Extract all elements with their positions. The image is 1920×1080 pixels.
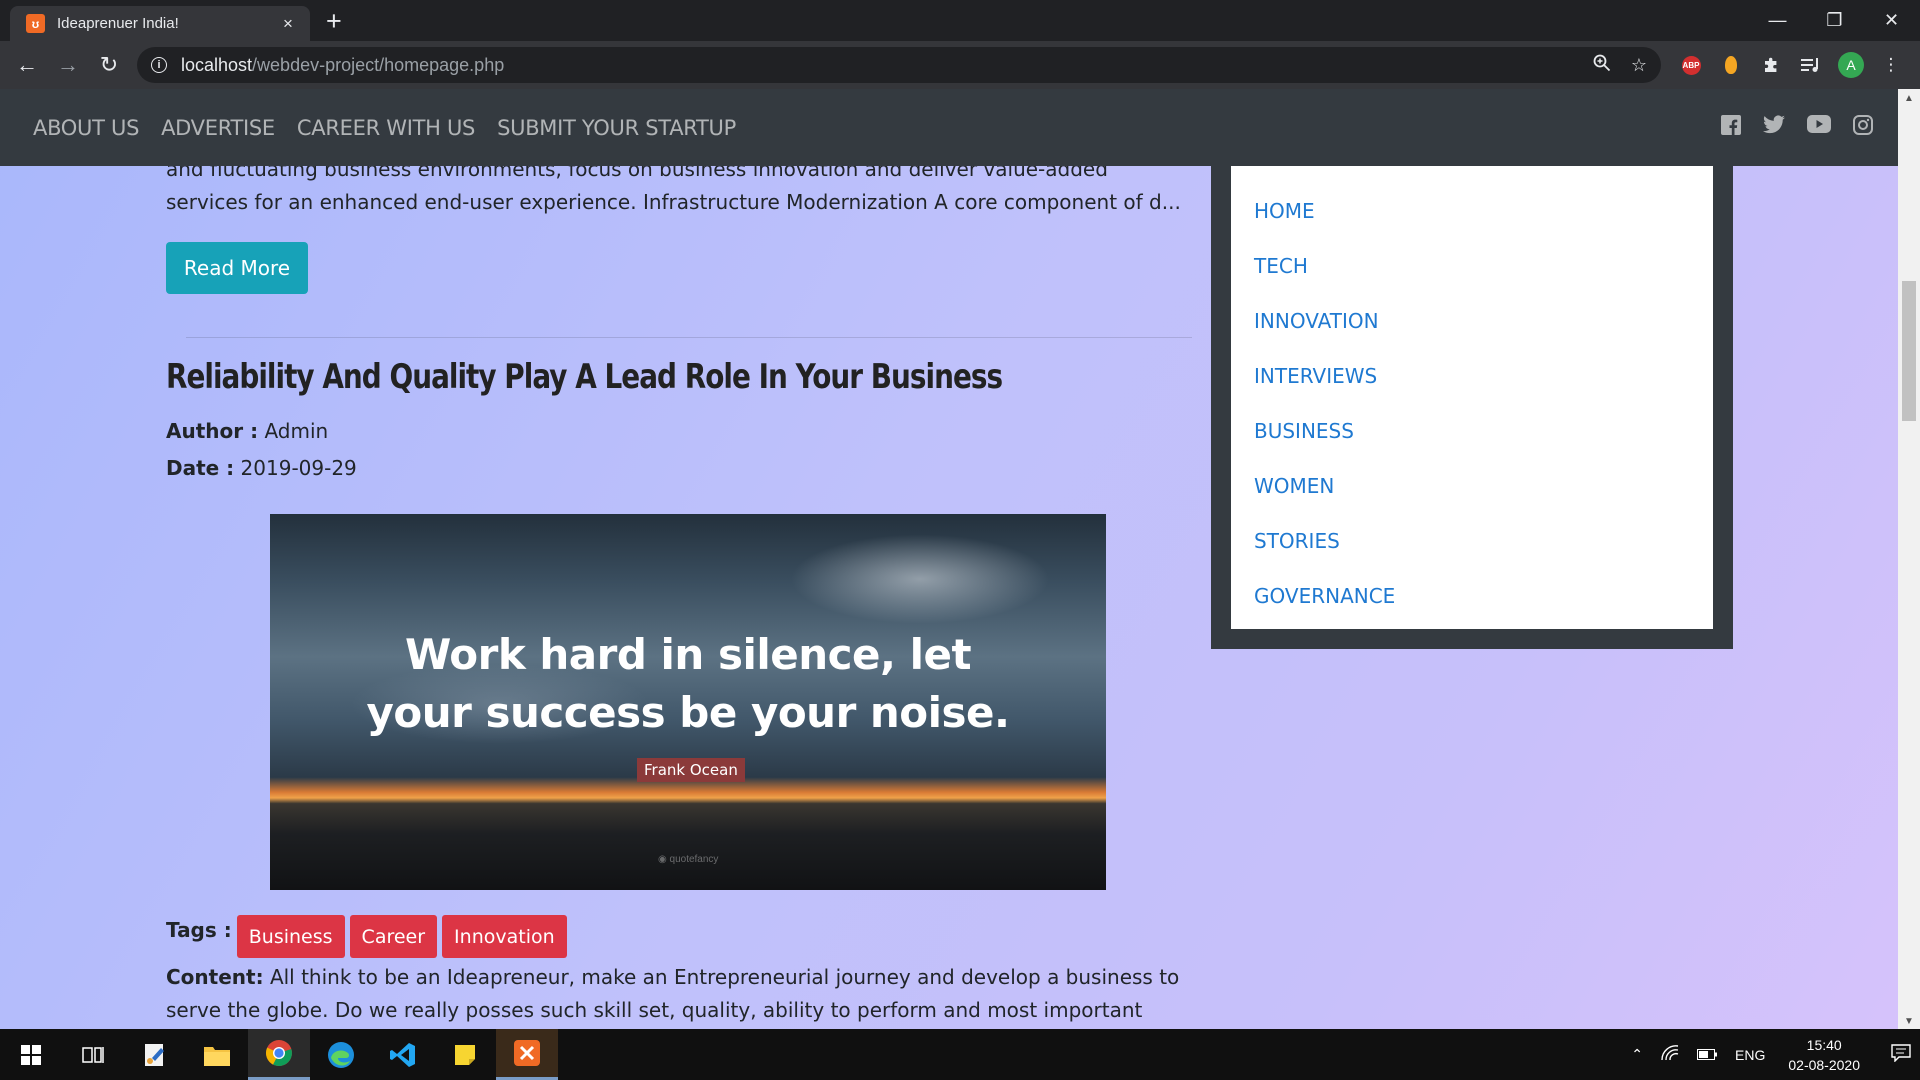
category-women[interactable]: WOMEN: [1231, 459, 1713, 514]
nav-link-career[interactable]: CAREER WITH US: [297, 116, 475, 140]
social-links: [1699, 115, 1873, 135]
close-window-button[interactable]: ✕: [1863, 0, 1920, 41]
url-host: localhost: [181, 54, 253, 75]
clock-date: 02-08-2020: [1788, 1056, 1860, 1073]
notifications-icon[interactable]: [1891, 1044, 1911, 1065]
facebook-icon[interactable]: [1721, 115, 1741, 135]
image-watermark: ◉ quotefancy: [658, 854, 719, 865]
category-interviews[interactable]: INTERVIEWS: [1231, 349, 1713, 404]
show-hidden-icons-icon[interactable]: ⌃: [1631, 1046, 1643, 1063]
minimize-button[interactable]: —: [1749, 0, 1806, 41]
image-quote: Work hard in silence, let your success b…: [270, 626, 1106, 742]
instagram-icon[interactable]: [1853, 115, 1873, 135]
windows-taskbar: ⌃ ENG 15:40 02-08-2020: [0, 1029, 1920, 1080]
content-text: All think to be an Ideapreneur, make an …: [166, 965, 1180, 1022]
category-sidebar: HOME TECH INNOVATION INTERVIEWS BUSINESS…: [1211, 166, 1733, 649]
category-innovation[interactable]: INNOVATION: [1231, 294, 1713, 349]
bookmark-star-icon[interactable]: ☆: [1631, 55, 1647, 76]
quote-author-badge: Frank Ocean: [637, 758, 745, 782]
category-governance[interactable]: GOVERNANCE: [1231, 569, 1713, 624]
tags-label: Tags :: [166, 917, 232, 942]
battery-icon[interactable]: [1697, 1047, 1718, 1063]
date-value: 2019-09-29: [240, 456, 357, 480]
nav-link-about-us[interactable]: ABOUT US: [33, 116, 139, 140]
nav-link-submit-startup[interactable]: SUBMIT YOUR STARTUP: [497, 116, 736, 140]
author-value: Admin: [264, 419, 329, 443]
media-control-icon[interactable]: [1791, 57, 1831, 73]
tab-close-icon[interactable]: ×: [278, 14, 298, 34]
address-bar[interactable]: i localhost/webdev-project/homepage.php …: [137, 47, 1661, 83]
system-tray: ⌃ ENG 15:40 02-08-2020: [1622, 1029, 1920, 1080]
extensions-puzzle-icon[interactable]: [1751, 56, 1791, 74]
sticky-notes-icon[interactable]: [434, 1029, 496, 1080]
chrome-taskbar-icon[interactable]: [248, 1029, 310, 1080]
post-date: Date : 2019-09-29: [166, 456, 357, 480]
zoom-icon[interactable]: [1593, 54, 1611, 77]
window-controls: — ❐ ✕: [1749, 0, 1920, 41]
scroll-down-arrow-icon[interactable]: ▼: [1898, 1016, 1920, 1027]
site-info-icon[interactable]: i: [151, 57, 167, 73]
page-scrollbar[interactable]: ▲ ▼: [1898, 89, 1920, 1029]
tag-business[interactable]: Business: [236, 915, 345, 958]
browser-tabbar: ʊ Ideaprenuer India! × + — ❐ ✕: [0, 0, 1920, 41]
youtube-icon[interactable]: [1807, 115, 1831, 135]
tag-career[interactable]: Career: [349, 915, 438, 958]
paint-app-icon[interactable]: [124, 1029, 186, 1080]
post-image: Work hard in silence, let your success b…: [270, 514, 1106, 890]
read-more-button[interactable]: Read More: [166, 242, 308, 294]
language-indicator[interactable]: ENG: [1735, 1047, 1765, 1063]
url-path: /webdev-project/homepage.php: [252, 54, 505, 75]
profile-avatar[interactable]: A: [1831, 52, 1871, 78]
twitter-icon[interactable]: [1763, 115, 1785, 135]
category-list: HOME TECH INNOVATION INTERVIEWS BUSINESS…: [1231, 166, 1713, 629]
forward-button[interactable]: →: [48, 52, 88, 78]
quote-line-1: Work hard in silence, let: [404, 630, 972, 679]
category-business[interactable]: BUSINESS: [1231, 404, 1713, 459]
new-tab-button[interactable]: +: [326, 6, 342, 36]
category-stories[interactable]: STORIES: [1231, 514, 1713, 569]
post-title[interactable]: Reliability And Quality Play A Lead Role…: [166, 357, 1003, 397]
windows-start-icon[interactable]: [0, 1029, 62, 1080]
date-label: Date :: [166, 456, 235, 480]
browser-menu-icon[interactable]: ⋮: [1871, 55, 1911, 75]
tag-innovation[interactable]: Innovation: [442, 915, 567, 958]
restore-button[interactable]: ❐: [1806, 0, 1863, 41]
scroll-up-arrow-icon[interactable]: ▲: [1898, 93, 1920, 104]
category-tech[interactable]: TECH: [1231, 239, 1713, 294]
post-author: Author : Admin: [166, 419, 328, 443]
nav-link-advertise[interactable]: ADVERTISE: [161, 116, 275, 140]
content-label: Content:: [166, 965, 264, 989]
xampp-taskbar-icon[interactable]: [496, 1029, 558, 1080]
browser-toolbar: ← → ↻ i localhost/webdev-project/homepag…: [0, 41, 1920, 89]
back-button[interactable]: ←: [7, 52, 47, 78]
url-text[interactable]: localhost/webdev-project/homepage.php: [181, 55, 1573, 76]
edge-taskbar-icon[interactable]: [310, 1029, 372, 1080]
vscode-taskbar-icon[interactable]: [372, 1029, 434, 1080]
site-navbar: ABOUT US ADVERTISE CAREER WITH US SUBMIT…: [0, 89, 1898, 166]
author-label: Author :: [166, 419, 259, 443]
extensions-area: ABP A ⋮: [1671, 52, 1911, 78]
file-explorer-icon[interactable]: [186, 1029, 248, 1080]
adblock-extension-icon[interactable]: ABP: [1671, 55, 1711, 75]
category-home[interactable]: HOME: [1231, 184, 1713, 239]
post-tags: Tags : Business Career Innovation: [166, 915, 572, 958]
post-content: Content: All think to be an Ideapreneur,…: [166, 961, 1192, 1029]
quote-line-2: your success be your noise.: [366, 688, 1011, 737]
tab-title: Ideaprenuer India!: [57, 15, 179, 32]
clock-time: 15:40: [1806, 1036, 1842, 1053]
page-viewport: ABOUT US ADVERTISE CAREER WITH US SUBMIT…: [0, 89, 1920, 1029]
task-view-icon[interactable]: [62, 1029, 124, 1080]
xampp-favicon-icon: ʊ: [26, 14, 45, 33]
post-divider: [186, 337, 1192, 338]
taskbar-clock[interactable]: 15:40 02-08-2020: [1788, 1035, 1860, 1075]
honey-extension-icon[interactable]: [1711, 56, 1751, 74]
scrollbar-thumb[interactable]: [1902, 281, 1916, 421]
browser-tab[interactable]: ʊ Ideaprenuer India! ×: [10, 6, 310, 41]
reload-button[interactable]: ↻: [89, 52, 129, 78]
wifi-icon[interactable]: [1661, 1045, 1679, 1064]
